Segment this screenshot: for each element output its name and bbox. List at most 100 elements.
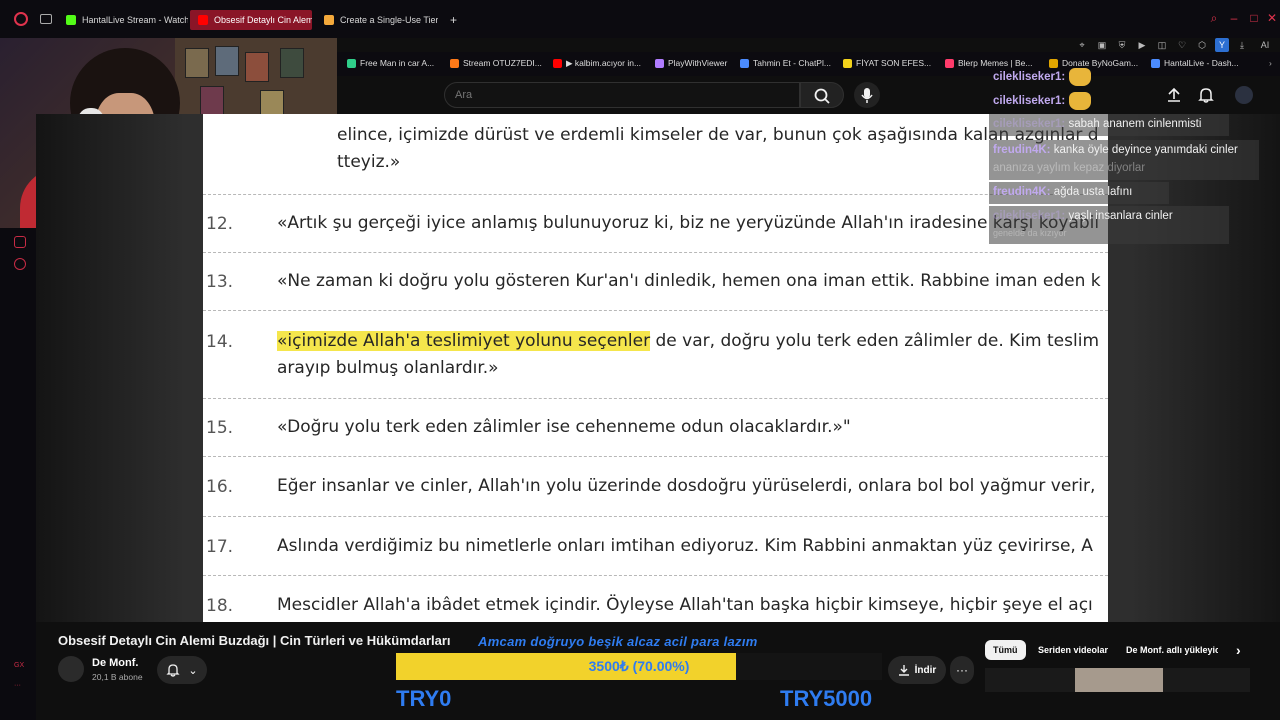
notification-settings-button[interactable]: ⌄ (157, 656, 207, 684)
screen: HantalLive Stream - Watch Obsesif Detayl… (0, 0, 1280, 720)
chat-text: ağda usta lafını (1053, 186, 1133, 198)
browser-sidebar: GX ··· (0, 228, 36, 720)
chat-message: cilekliseker1: sabah ananem cinlenmisti (993, 118, 1201, 130)
chip-uploader[interactable]: De Monf. adlı yükleyic (1118, 640, 1218, 660)
chat-username: freudin4K: (993, 144, 1051, 156)
stream-chat-overlay: cilekliseker1: cilekliseker1: cileklisek… (989, 62, 1280, 246)
donation-max-label: TRY5000 (780, 686, 873, 711)
divider (203, 252, 1108, 253)
tab-hantallive-stream[interactable]: HantalLive Stream - Watch (58, 10, 188, 30)
verse-text: «Ne zaman ki doğru yolu gösteren Kur'an'… (277, 271, 1101, 291)
close-icon[interactable]: ✕ (1266, 12, 1278, 24)
chat-username: cilekliseker1: (993, 95, 1066, 108)
pin-icon[interactable]: ⌖ (1075, 38, 1089, 52)
verse-text: Mescidler Allah'a ibâdet etmek içindir. … (277, 595, 1093, 615)
donation-min-label: TRY0 (396, 686, 452, 711)
chat-username: cilekliseker1: (993, 210, 1066, 222)
sidebar-more-icon[interactable]: ··· (14, 682, 21, 689)
shield-icon[interactable]: ⛨ (1115, 38, 1129, 52)
verse-text: «içimizde Allah'a teslimiyet yolunu seçe… (277, 328, 1099, 355)
bookmark-item[interactable]: ▶ kalbim.acıyor in... (553, 58, 641, 69)
search-box (444, 82, 800, 108)
tab-label: HantalLive Stream - Watch (82, 15, 188, 25)
bell-icon (166, 664, 180, 677)
verse-text: arayıp bulmuş olanlardır.» (277, 358, 499, 378)
tab-label: Obsesif Detaylı Cin Alemi (214, 15, 312, 25)
settings-icon[interactable] (14, 258, 26, 270)
chevron-down-icon: ⌄ (188, 664, 198, 677)
donation-progress-text: 3500₺ (70.00%) (588, 658, 690, 674)
verse-text: elince, içimizde dürüst ve erdemli kimse… (337, 125, 1099, 145)
poster (245, 52, 269, 82)
opera-logo-icon[interactable] (14, 12, 28, 26)
chat-username: cilekliseker1: (993, 118, 1066, 130)
heart-icon[interactable]: ♡ (1175, 38, 1189, 52)
chat-text: sabah ananem cinlenmisti (1068, 118, 1202, 130)
verse-number: 17. (206, 537, 234, 557)
search-button[interactable] (800, 82, 844, 108)
bookmark-item[interactable]: Stream OTUZ7EDI... (450, 58, 542, 68)
search-tabs-icon[interactable]: ⌕ (1208, 12, 1220, 24)
verse-number: 16. (206, 477, 234, 497)
tab-create-tier[interactable]: Create a Single-Use Tier L (316, 10, 438, 30)
more-actions-button[interactable]: ··· (950, 656, 974, 684)
bookmark-item[interactable]: PlayWithViewer (655, 58, 727, 68)
snapshot-icon[interactable]: ▣ (1095, 38, 1109, 52)
poster (280, 48, 304, 78)
poster (215, 46, 239, 76)
chip-series[interactable]: Seriden videolar (1030, 640, 1116, 660)
related-thumbnail[interactable] (1075, 668, 1163, 692)
divider (203, 516, 1108, 517)
voice-search-button[interactable] (854, 82, 880, 108)
extension-y-icon[interactable]: Y (1215, 38, 1229, 52)
search-input[interactable] (455, 83, 785, 107)
bookmark-item[interactable]: FİYAT SON EFES... (843, 58, 931, 68)
verse-number: 15. (206, 418, 234, 438)
verse-text: «Doğru yolu terk eden zâlimler ise cehen… (277, 417, 851, 437)
download-button[interactable]: İndir (888, 656, 946, 684)
verse-text: Aslında verdiğimiz bu nimetlerle onları … (277, 536, 1093, 556)
sidebar-app-icon[interactable] (14, 236, 26, 248)
bookmark-icon (553, 59, 562, 68)
verse-number: 18. (206, 596, 234, 616)
donation-goal-title: Amcam doğruyo beşik alcaz acil para lazı… (478, 634, 758, 649)
bookmark-icon (945, 58, 954, 68)
chat-message: freudin4K: ağda usta lafını (993, 186, 1132, 198)
workspaces-icon[interactable] (40, 14, 52, 24)
download-label: İndir (914, 664, 937, 676)
poster (200, 86, 224, 116)
maximize-icon[interactable]: □ (1248, 12, 1260, 24)
verse-text: tteyiz.» (337, 152, 401, 172)
wallet-icon[interactable]: ◫ (1155, 38, 1169, 52)
verse-text: «Artık şu gerçeği iyice anlamış bulunuyo… (277, 213, 1100, 233)
chip-all[interactable]: Tümü (985, 640, 1026, 660)
bookmark-label: Free Man in car A... (360, 58, 435, 68)
chips-next-button[interactable]: › (1228, 640, 1249, 660)
bookmark-item[interactable]: Free Man in car A... (347, 58, 434, 68)
download-icon[interactable]: ⤓ (1235, 38, 1249, 52)
chat-text: yaşlı insanlara cinler (1068, 210, 1173, 222)
new-tab-button[interactable]: + (442, 10, 462, 30)
cat-emote-icon (1069, 92, 1092, 110)
bookmark-item[interactable]: Tahmin Et - ChatPl... (740, 58, 831, 68)
kick-icon (66, 15, 76, 25)
bookmark-label: Stream OTUZ7EDI... (463, 58, 542, 68)
channel-name[interactable]: De Monf. (92, 657, 138, 669)
chat-username: freudin4K: (993, 186, 1051, 198)
gx-icon[interactable]: GX (14, 662, 24, 669)
play-icon[interactable]: ▶ (1135, 38, 1149, 52)
bookmark-icon (740, 58, 749, 68)
bookmark-label: ▶ kalbim.acıyor in... (566, 58, 642, 68)
tab-youtube-video[interactable]: Obsesif Detaylı Cin Alemi (190, 10, 312, 30)
ai-icon[interactable]: AI (1255, 38, 1275, 52)
tab-label: Create a Single-Use Tier L (340, 15, 438, 25)
minimize-icon[interactable]: – (1228, 12, 1240, 24)
video-title: Obsesif Detaylı Cin Alemi Buzdağı | Cin … (58, 633, 451, 648)
download-icon (898, 665, 909, 676)
channel-avatar[interactable] (58, 656, 84, 682)
chat-message: cilekliseker1: yaşlı insanlara cinler (993, 210, 1173, 222)
chat-message-continued: ananıza yaylım kepaz diyorlar (993, 162, 1145, 174)
document-icon (324, 15, 334, 25)
extensions-icon[interactable]: ⬡ (1195, 38, 1209, 52)
browser-tab-bar: HantalLive Stream - Watch Obsesif Detayl… (0, 0, 1280, 38)
